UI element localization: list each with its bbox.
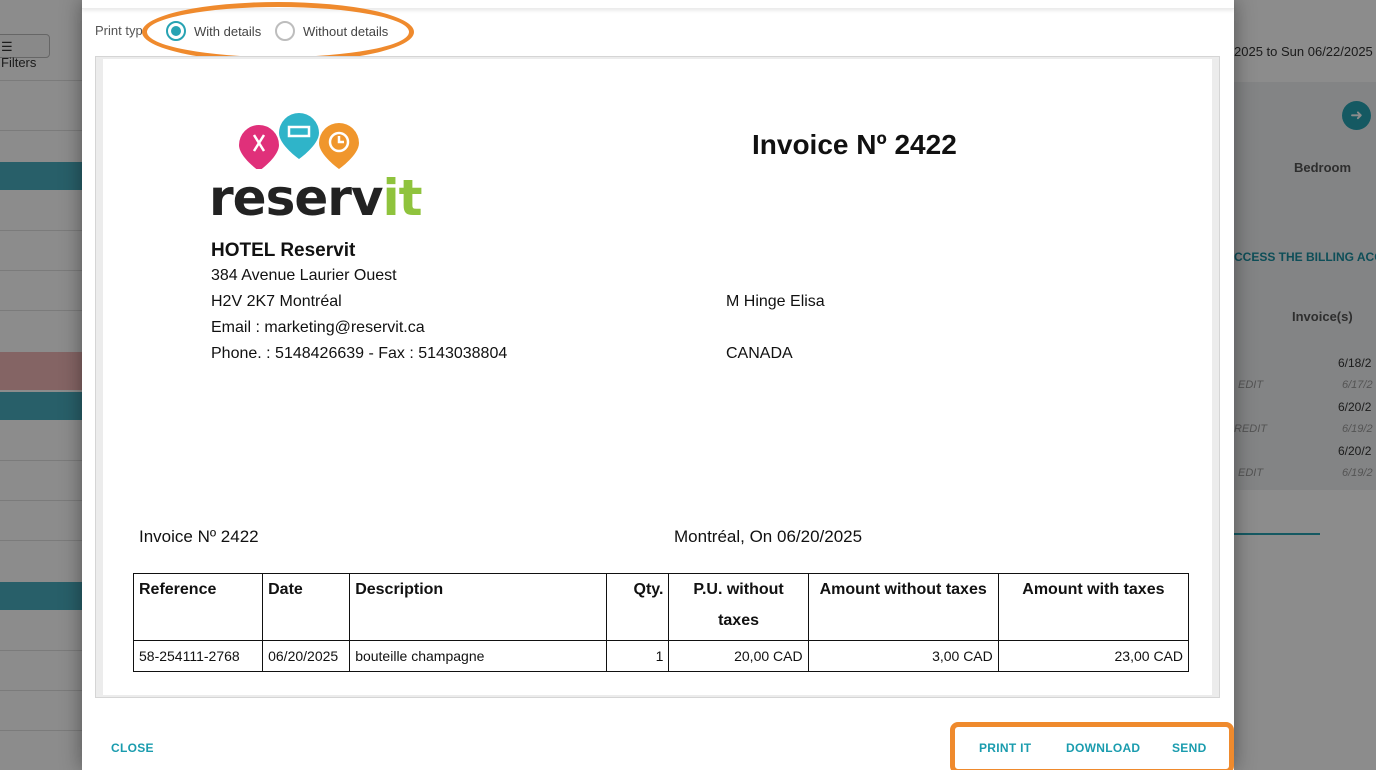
client-name: M Hinge Elisa bbox=[726, 293, 825, 310]
client-country: CANADA bbox=[726, 345, 793, 362]
hotel-name: HOTEL Reservit bbox=[211, 240, 356, 261]
col-amount-with-taxes: Amount with taxes bbox=[997, 573, 1190, 641]
col-description: Description bbox=[349, 573, 608, 641]
cell-unit-price: 20,00 CAD bbox=[668, 640, 809, 672]
hotel-email: Email : marketing@reservit.ca bbox=[211, 319, 425, 336]
col-unit-price: P.U. without taxes bbox=[668, 573, 809, 641]
cell-amount-without-taxes: 3,00 CAD bbox=[807, 640, 999, 672]
table-header-row: Reference Date Description Qty. P.U. wit… bbox=[132, 573, 1190, 641]
annotation-box bbox=[950, 722, 1234, 770]
col-qty: Qty. bbox=[606, 573, 670, 641]
cell-date: 06/20/2025 bbox=[262, 640, 351, 672]
invoice-preview-frame[interactable]: reservit Invoice Nº 2422 HOTEL Reservit … bbox=[95, 56, 1220, 698]
logo-pins-icon bbox=[239, 113, 359, 171]
table-row: 58-254111-2768 06/20/2025 bouteille cham… bbox=[132, 640, 1190, 672]
cell-amount-with-taxes: 23,00 CAD bbox=[997, 640, 1190, 672]
col-amount-without-taxes: Amount without taxes bbox=[807, 573, 999, 641]
invoice-page: reservit Invoice Nº 2422 HOTEL Reservit … bbox=[103, 59, 1212, 695]
print-invoice-dialog: Print typ With details Without details r… bbox=[82, 0, 1234, 770]
close-button[interactable]: CLOSE bbox=[111, 741, 154, 755]
cell-description: bouteille champagne bbox=[349, 640, 608, 672]
annotation-ellipse bbox=[142, 2, 414, 62]
logo-wordmark: reservit bbox=[209, 169, 423, 227]
print-type-label: Print typ bbox=[95, 23, 143, 38]
hotel-phone: Phone. : 5148426639 - Fax : 5143038804 bbox=[211, 345, 508, 362]
invoice-lines-table: Reference Date Description Qty. P.U. wit… bbox=[132, 573, 1190, 672]
col-date: Date bbox=[262, 573, 351, 641]
reservit-logo: reservit bbox=[209, 111, 423, 227]
hotel-address-line1: 384 Avenue Laurier Ouest bbox=[211, 267, 397, 284]
cell-qty: 1 bbox=[606, 640, 670, 672]
invoice-title: Invoice Nº 2422 bbox=[752, 129, 957, 160]
cell-reference: 58-254111-2768 bbox=[132, 640, 264, 672]
invoice-number: Invoice Nº 2422 bbox=[139, 527, 259, 546]
hotel-address-line2: H2V 2K7 Montréal bbox=[211, 293, 342, 310]
invoice-place-date: Montréal, On 06/20/2025 bbox=[674, 527, 863, 546]
logo-word-accent: it bbox=[382, 169, 423, 227]
col-reference: Reference bbox=[132, 573, 264, 641]
logo-word-main: reserv bbox=[209, 169, 383, 227]
